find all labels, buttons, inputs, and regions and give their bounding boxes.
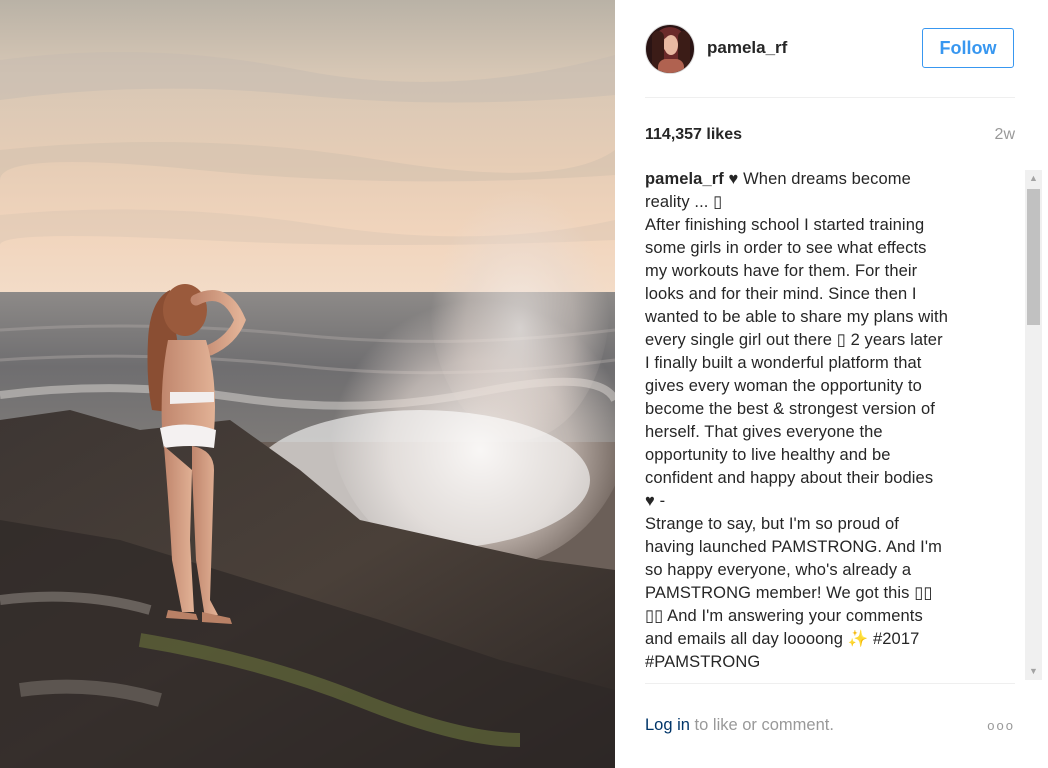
follow-button[interactable]: Follow — [922, 28, 1014, 68]
comments-list[interactable]: pamela_rf ♥ When dreams become reality .… — [645, 168, 1007, 680]
post-footer: Log in to like or comment. ooo — [645, 683, 1015, 768]
post-header: pamela_rf Follow — [645, 0, 1015, 98]
post-age[interactable]: 2w — [995, 126, 1015, 144]
post-side-panel: pamela_rf Follow 114,357 likes 2w pamela… — [615, 0, 1048, 768]
avatar[interactable] — [645, 24, 695, 74]
login-prompt: Log in to like or comment. — [645, 716, 834, 735]
login-prompt-text: to like or comment. — [689, 716, 834, 734]
login-link[interactable]: Log in — [645, 716, 690, 734]
username-link[interactable]: pamela_rf — [707, 38, 787, 58]
scroll-down-arrow-icon[interactable]: ▼ — [1025, 663, 1042, 680]
likes-count[interactable]: 114,357 likes — [645, 126, 742, 144]
caption-username-link[interactable]: pamela_rf — [645, 170, 724, 188]
likes-row: 114,357 likes 2w — [645, 122, 1015, 148]
post-photo[interactable] — [0, 0, 615, 768]
caption-text: ♥ When dreams become reality ... ▯ After… — [645, 170, 949, 671]
scroll-thumb[interactable] — [1027, 189, 1040, 325]
more-options-icon[interactable]: ooo — [987, 718, 1015, 733]
scroll-up-arrow-icon[interactable]: ▲ — [1025, 170, 1042, 187]
comments-scrollbar[interactable]: ▲ ▼ — [1025, 170, 1042, 680]
beach-photo-image — [0, 0, 615, 768]
caption: pamela_rf ♥ When dreams become reality .… — [645, 168, 1007, 674]
